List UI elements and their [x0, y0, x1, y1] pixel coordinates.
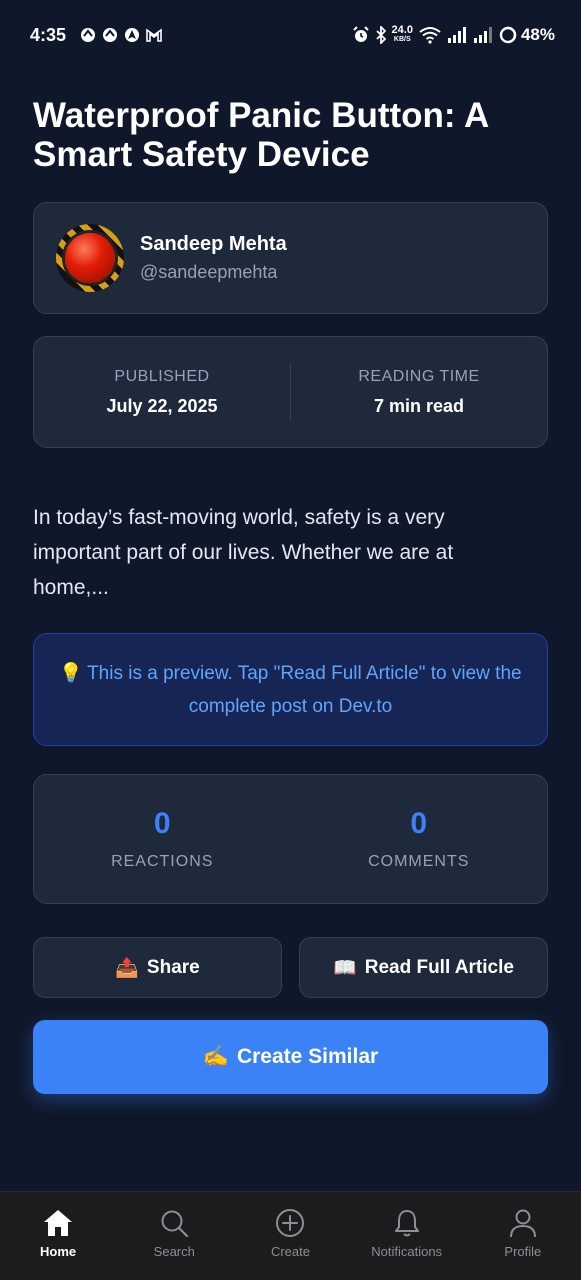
reactions-count: 0: [153, 807, 171, 840]
app-notification-icon: [80, 27, 96, 43]
comments-count: 0: [410, 807, 428, 840]
signal-icon: [473, 27, 493, 43]
battery-indicator: 48%: [499, 25, 555, 45]
reactions-stat: 0 REACTIONS: [34, 807, 291, 871]
reading-time-value: 7 min read: [373, 395, 465, 416]
avatar: [56, 224, 124, 292]
create-similar-label: Create Similar: [236, 1045, 379, 1068]
status-time: 4:35: [30, 24, 67, 45]
article-excerpt: In today’s fast-moving world, safety is …: [33, 506, 454, 599]
share-button[interactable]: 📤 Share: [33, 937, 282, 998]
comments-stat: 0 COMMENTS: [291, 807, 548, 871]
nav-item-profile[interactable]: Profile: [468, 1208, 578, 1259]
reading-time-info: READING TIME 7 min read: [291, 368, 547, 417]
bell-icon: [394, 1210, 419, 1237]
app-notification-icon: [102, 27, 118, 43]
nav-label-search: Search: [153, 1244, 195, 1259]
gmail-icon: [146, 28, 162, 42]
nav-item-search[interactable]: Search: [119, 1208, 229, 1259]
create-similar-button[interactable]: ✍️ Create Similar: [33, 1020, 548, 1094]
comments-label: COMMENTS: [368, 853, 470, 870]
preview-notice: 💡 This is a preview. Tap "Read Full Artic…: [33, 633, 548, 746]
network-speed: 24.0 KB/S: [391, 24, 413, 44]
preview-notice-text: This is a preview. Tap "Read Full Articl…: [87, 662, 522, 717]
preview-notice-text-wrap: 💡 This is a preview. Tap "Read Full Artic…: [56, 657, 525, 723]
engagement-stats-card: 0 REACTIONS 0 COMMENTS: [33, 774, 548, 904]
author-card[interactable]: Sandeep Mehta @sandeepmehta: [33, 202, 548, 314]
read-full-article-label: Read Full Article: [364, 956, 514, 978]
nav-item-notifications[interactable]: Notifications: [352, 1208, 462, 1259]
published-date: July 22, 2025: [106, 395, 218, 416]
nav-item-create[interactable]: Create: [235, 1208, 345, 1259]
open-book-icon: 📖: [333, 957, 357, 979]
search-icon: [161, 1210, 189, 1238]
writing-hand-icon: ✍️: [202, 1045, 229, 1068]
share-button-label: Share: [146, 956, 200, 978]
network-speed-value: 24.0: [391, 24, 413, 36]
nav-label-profile: Profile: [504, 1244, 542, 1259]
published-info: PUBLISHED July 22, 2025: [34, 368, 290, 417]
battery-percent: 48%: [520, 25, 555, 44]
author-handle: @sandeepmehta: [140, 262, 278, 282]
nav-label-home: Home: [40, 1244, 77, 1259]
article-meta-card: PUBLISHED July 22, 2025 READING TIME 7 m…: [33, 336, 548, 448]
reading-time-label: READING TIME: [358, 367, 480, 385]
bottom-navigation: Home Search Create Notifications Profile: [0, 1191, 581, 1280]
home-icon: [44, 1210, 73, 1236]
status-right: 24.0 KB/S 48%: [352, 25, 555, 45]
author-name: Sandeep Mehta: [140, 233, 287, 255]
alarm-icon: [352, 26, 370, 44]
nav-label-create: Create: [270, 1244, 310, 1259]
status-left: 4:35: [30, 25, 162, 46]
navigation-app-icon: [124, 27, 140, 43]
panic-button-avatar-image: [65, 233, 115, 283]
battery-icon: [499, 26, 517, 44]
bluetooth-icon: [375, 26, 386, 44]
plus-circle-icon: [276, 1209, 305, 1237]
read-full-article-button[interactable]: 📖 Read Full Article: [299, 937, 548, 998]
network-speed-unit: KB/S: [393, 36, 411, 43]
article-title: Waterproof Panic Button: A Smart Safety …: [33, 96, 488, 174]
status-bar: 4:35 24.0 KB/S 48%: [0, 0, 581, 70]
user-icon: [509, 1209, 536, 1238]
lightbulb-icon: 💡: [59, 662, 84, 684]
wifi-icon: [419, 26, 441, 44]
reactions-label: REACTIONS: [111, 853, 214, 870]
outbox-icon: 📤: [115, 957, 139, 979]
nav-label-notifications: Notifications: [371, 1244, 443, 1259]
nav-item-home[interactable]: Home: [3, 1208, 113, 1259]
signal-icon: [447, 27, 467, 43]
author-info: Sandeep Mehta @sandeepmehta: [140, 233, 287, 283]
published-label: PUBLISHED: [114, 367, 210, 385]
